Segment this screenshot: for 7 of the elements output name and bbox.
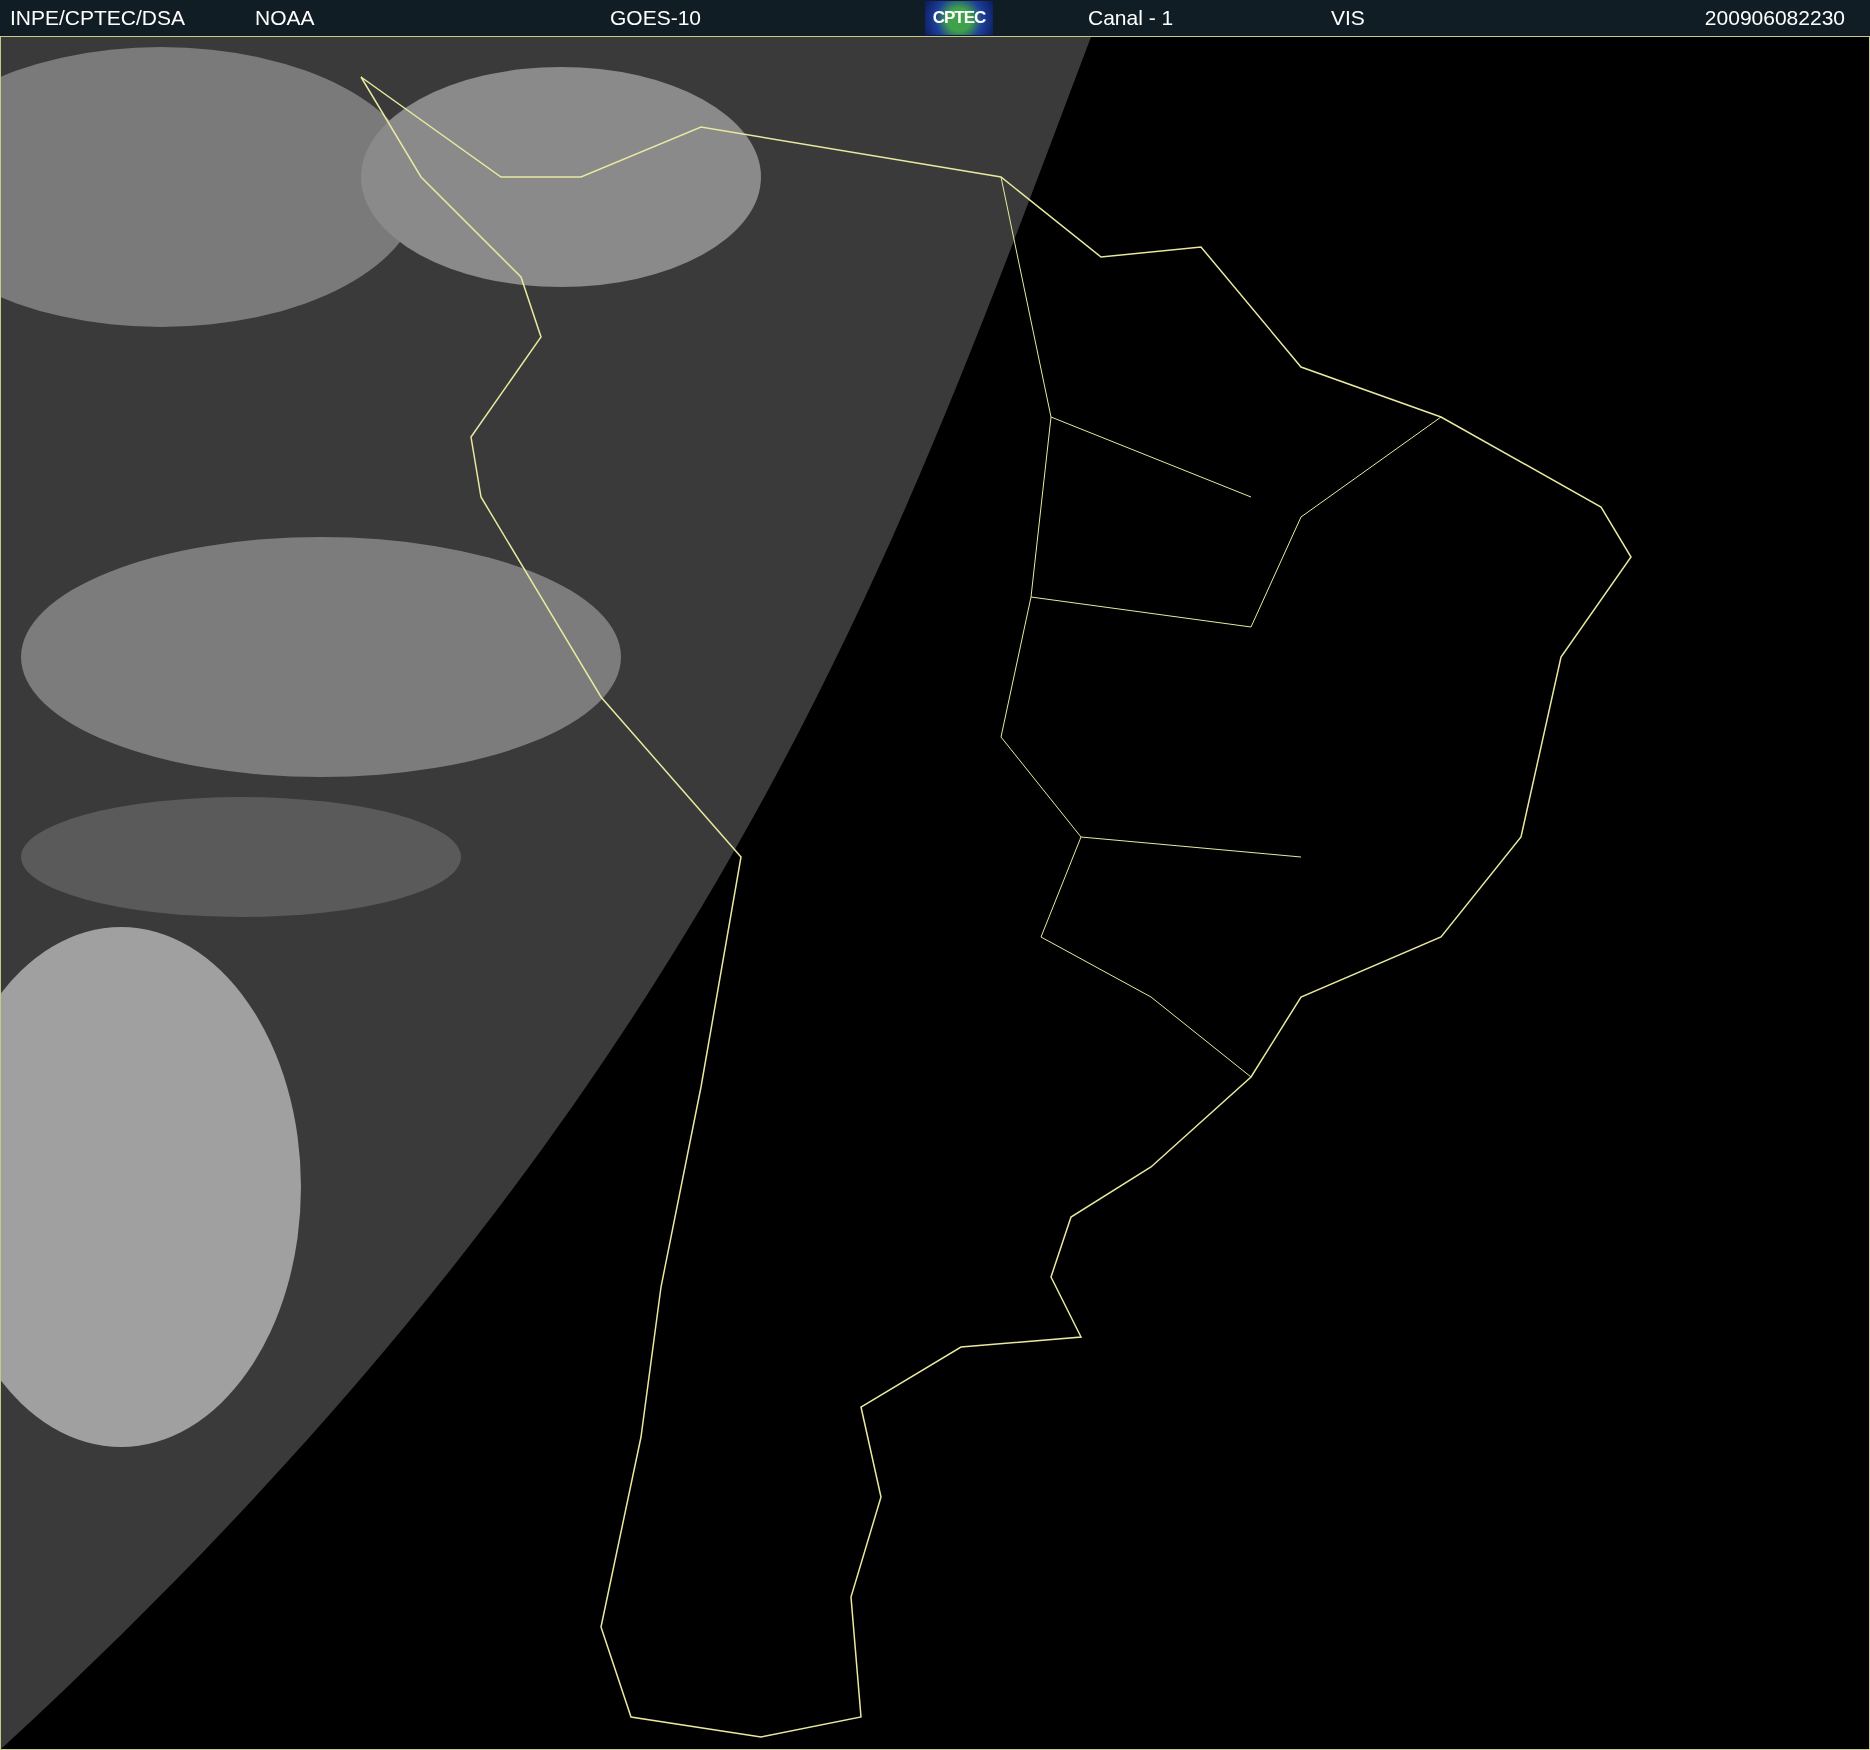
header-label: Canal - 1 — [1088, 6, 1175, 30]
logo: CPTEC — [925, 1, 993, 35]
header-label: GOES-10 — [610, 6, 703, 30]
timestamp-label: 200906082230 — [1703, 6, 1846, 30]
header-label: INPE/CPTEC/DSA — [9, 6, 187, 30]
header-label: VIS — [1331, 6, 1366, 30]
header-label: NOAA — [255, 6, 316, 30]
